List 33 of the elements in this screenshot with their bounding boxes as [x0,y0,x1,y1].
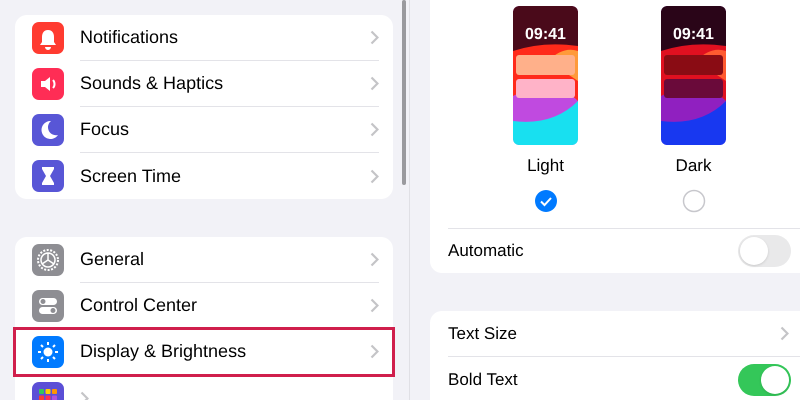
item-label: Control Center [80,294,198,317]
settings-item[interactable]: Notifications [15,15,393,61]
radio-button[interactable] [682,188,706,212]
appearance-label: Dark [676,155,712,177]
item-label: Focus [80,118,130,141]
chevron-icon [370,344,379,359]
automatic-label: Automatic [448,240,524,262]
preview-time: 09:41 [524,25,567,45]
chevron-icon [370,30,379,45]
chevron-icon [370,76,379,91]
settings-item[interactable]: Focus [15,107,393,153]
chevron-icon [370,252,379,267]
appearance-label: Light [527,155,564,177]
toggle-switch[interactable] [738,364,791,396]
settings-item[interactable]: Sounds & Haptics [15,61,393,107]
settings-item[interactable]: Control Center [15,283,393,329]
item-label: Sounds & Haptics [80,72,224,95]
item-label: Display & Brightness [80,340,248,363]
setting-label: Bold Text [448,369,518,392]
toggle-switch[interactable] [738,235,791,267]
item-label: General [80,248,146,271]
settings-item[interactable]: Display & Brightness [15,329,393,375]
chevron-icon [780,326,789,341]
chevron-icon [370,298,379,313]
chevron-icon [370,168,379,184]
settings-item[interactable]: Screen Time [15,153,393,199]
setting-label: Text Size [448,322,517,345]
item-label: Notifications [80,26,180,49]
preview-time: 09:41 [672,25,715,45]
settings-item[interactable]: General [15,237,393,283]
checkmark-icon[interactable] [534,188,558,212]
item-label: Screen Time [80,164,182,188]
chevron-icon [370,122,379,137]
